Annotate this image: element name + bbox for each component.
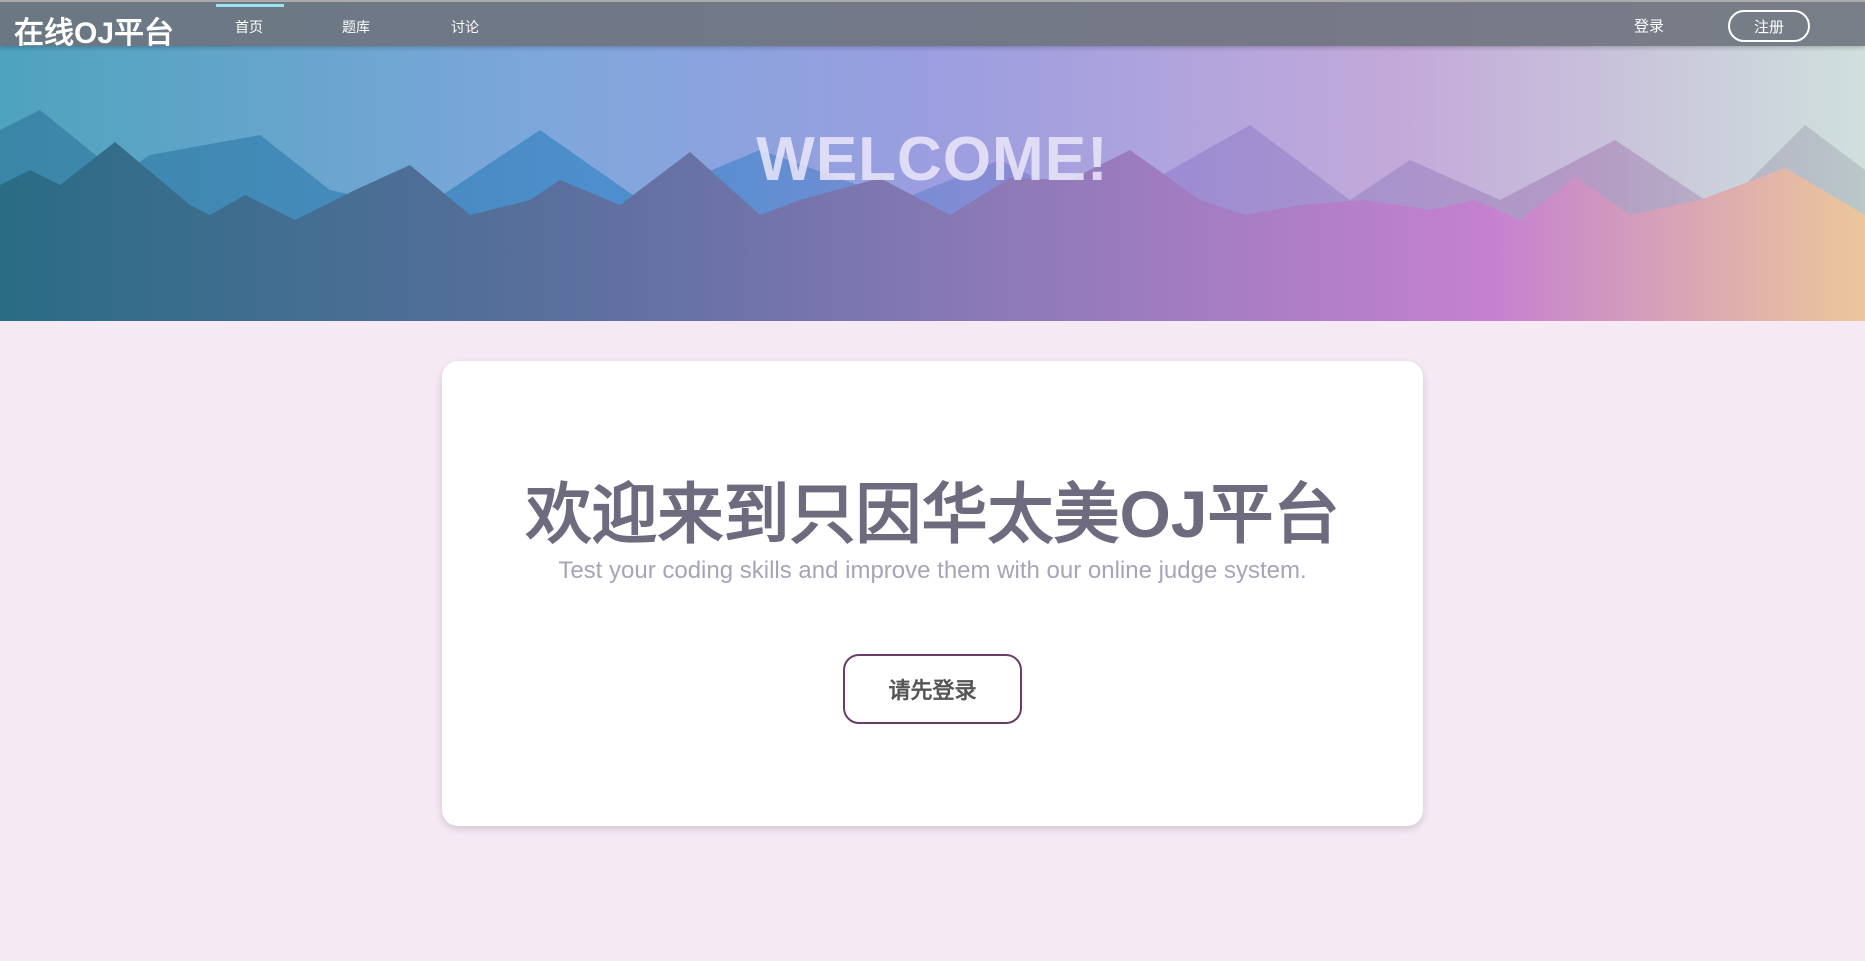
register-button[interactable]: 注册 <box>1728 10 1810 42</box>
nav-link-discussion[interactable]: 讨论 <box>451 17 479 37</box>
welcome-card: 欢迎来到只因华太美OJ平台 Test your coding skills an… <box>442 361 1423 826</box>
login-first-button[interactable]: 请先登录 <box>843 654 1022 724</box>
nav-link-problems[interactable]: 题库 <box>342 17 370 37</box>
site-logo[interactable]: 在线OJ平台 <box>14 8 174 52</box>
top-navbar: 在线OJ平台 首页 题库 讨论 登录 注册 <box>0 0 1865 50</box>
login-link[interactable]: 登录 <box>1634 15 1664 36</box>
active-tab-indicator <box>216 4 284 7</box>
nav-link-home[interactable]: 首页 <box>235 17 263 37</box>
welcome-headline: WELCOME! <box>756 125 1109 194</box>
hero-banner: WELCOME! <box>0 0 1865 321</box>
welcome-subtitle: Test your coding skills and improve them… <box>558 557 1307 584</box>
welcome-title: 欢迎来到只因华太美OJ平台 <box>525 477 1340 551</box>
